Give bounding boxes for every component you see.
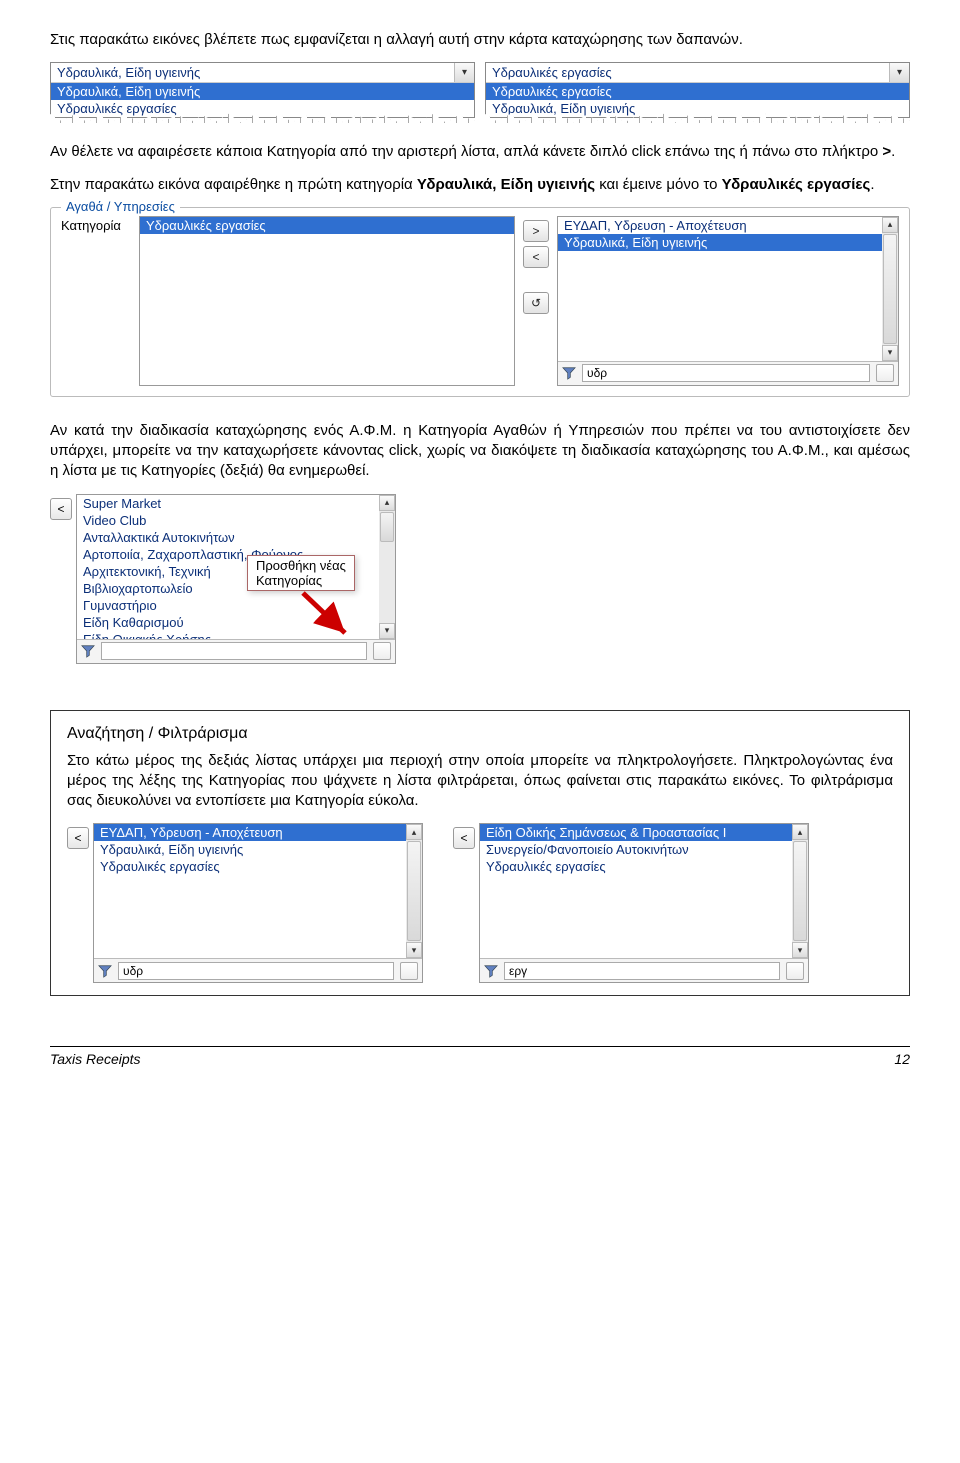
tooltip-text: Προσθήκη νέας [256,558,346,573]
figure-two-comboboxes: Υδραυλικά, Είδη υγιεινής ▾ Υδραυλικά, Εί… [50,62,910,118]
clear-filter-button[interactable] [786,962,804,980]
text: Αν θέλετε να αφαιρέσετε κάποια Κατηγορία… [50,143,882,160]
scroll-down-icon[interactable]: ▾ [882,345,898,361]
category-fieldset: Αγαθά / Υπηρεσίες Κατηγορία Υδραυλικές ε… [50,207,910,397]
category-listbox[interactable]: Super Market Video Club Ανταλλακτικά Αυτ… [76,494,396,664]
scroll-down-icon[interactable]: ▾ [792,942,808,958]
filter-input[interactable] [504,962,780,980]
search-filter-box: Αναζήτηση / Φιλτράρισμα Στο κάτω μέρος τ… [50,710,910,997]
text: > [882,143,891,160]
list-item[interactable]: ΕΥΔΑΠ, Υδρευση - Αποχέτευση [558,217,898,234]
fieldset-legend: Αγαθά / Υπηρεσίες [61,199,180,214]
list-item[interactable]: Υδραυλικές εργασίες [94,858,422,875]
funnel-icon [98,964,112,978]
combobox-value[interactable]: Υδραυλικές εργασίες [486,63,889,82]
scroll-down-icon[interactable]: ▾ [406,942,422,958]
text: Υδραυλικές εργασίες [722,176,871,193]
list-item[interactable]: Super Market [77,495,395,512]
funnel-icon [484,964,498,978]
scroll-up-icon[interactable]: ▴ [379,495,395,511]
scroll-up-icon[interactable]: ▴ [882,217,898,233]
text: και έμεινε μόνο το [595,176,722,193]
list-item[interactable]: Υδραυλικές εργασίες [140,217,514,234]
funnel-icon [562,366,576,380]
expand-button[interactable]: < [67,827,89,849]
callout-arrow-icon [297,587,357,647]
scroll-up-icon[interactable]: ▴ [406,824,422,840]
scrollbar[interactable]: ▴ ▾ [379,495,395,639]
left-category-list[interactable]: Υδραυλικές εργασίες [139,216,515,386]
filter-example-left[interactable]: ΕΥΔΑΠ, Υδρευση - Αποχέτευση Υδραυλικά, Ε… [93,823,423,983]
list-item[interactable]: Ανταλλακτικά Αυτοκινήτων [77,529,395,546]
refresh-button[interactable]: ↺ [523,292,549,314]
list-item[interactable]: Υδραυλικά, Είδη υγιεινής [51,83,474,100]
scroll-thumb[interactable] [407,841,421,941]
filter-input[interactable] [118,962,394,980]
combobox-value[interactable]: Υδραυλικά, Είδη υγιεινής [51,63,454,82]
scrollbar[interactable]: ▴ ▾ [406,824,422,958]
paragraph: Στις παρακάτω εικόνες βλέπετε πως εμφανί… [50,30,910,50]
add-category-button[interactable] [373,642,391,660]
expand-button[interactable]: < [50,498,72,520]
move-left-button[interactable]: < [523,246,549,268]
right-combobox[interactable]: Υδραυλικές εργασίες ▾ Υδραυλικές εργασίε… [485,62,910,118]
list-item[interactable]: Υδραυλικά, Είδη υγιεινής [94,841,422,858]
scroll-thumb[interactable] [883,234,897,344]
text: Στην παρακάτω εικόνα αφαιρέθηκε η πρώτη … [50,176,417,193]
filter-example-right[interactable]: Είδη Οδικής Σημάνσεως & Προαστασίας Ι Συ… [479,823,809,983]
list-item[interactable]: Υδραυλικές εργασίες [480,858,808,875]
list-item[interactable]: ΕΥΔΑΠ, Υδρευση - Αποχέτευση [94,824,422,841]
scrollbar[interactable]: ▴ ▾ [792,824,808,958]
filter-bar [94,958,422,982]
text: . [870,176,874,193]
text: . [891,143,895,160]
funnel-icon [81,644,95,658]
frame-title: Αναζήτηση / Φιλτράρισμα [67,725,893,743]
move-right-button[interactable]: > [523,220,549,242]
scroll-thumb[interactable] [380,512,394,542]
chevron-down-icon[interactable]: ▾ [889,63,909,82]
list-item[interactable]: Υδραυλικά, Είδη υγιεινής [558,234,898,251]
page-footer: Taxis Receipts 12 [50,1046,910,1067]
list-item[interactable]: Υδραυλικά, Είδη υγιεινής [486,100,909,117]
list-item[interactable]: Υδραυλικές εργασίες [51,100,474,117]
paragraph: Αν θέλετε να αφαιρέσετε κάποια Κατηγορία… [50,142,910,162]
list-item[interactable]: Συνεργείο/Φανοποιείο Αυτοκινήτων [480,841,808,858]
left-combobox[interactable]: Υδραυλικά, Είδη υγιεινής ▾ Υδραυλικά, Εί… [50,62,475,118]
footer-title: Taxis Receipts [50,1051,141,1067]
frame-body: Στο κάτω μέρος της δεξιάς λίστας υπάρχει… [67,751,893,812]
page-number: 12 [894,1051,910,1067]
filter-bar [558,361,898,385]
tooltip-text: Κατηγορίας [256,573,322,588]
filter-bar [480,958,808,982]
chevron-down-icon[interactable]: ▾ [454,63,474,82]
refresh-icon: ↺ [531,296,541,310]
list-item[interactable]: Είδη Οδικής Σημάνσεως & Προαστασίας Ι [480,824,808,841]
list-item[interactable]: Υδραυλικές εργασίες [486,83,909,100]
text: Υδραυλικά, Είδη υγιεινής [417,176,595,193]
scroll-up-icon[interactable]: ▴ [792,824,808,840]
clear-filter-button[interactable] [876,364,894,382]
paragraph: Στην παρακάτω εικόνα αφαιρέθηκε η πρώτη … [50,175,910,195]
list-item[interactable]: Video Club [77,512,395,529]
scrollbar[interactable]: ▴ ▾ [882,217,898,361]
tooltip: Προσθήκη νέας Κατηγορίας [247,555,355,591]
clear-filter-button[interactable] [400,962,418,980]
scroll-thumb[interactable] [793,841,807,941]
category-label: Κατηγορία [61,216,131,233]
right-category-list[interactable]: ΕΥΔΑΠ, Υδρευση - Αποχέτευση Υδραυλικά, Ε… [557,216,899,386]
scroll-down-icon[interactable]: ▾ [379,623,395,639]
expand-button[interactable]: < [453,827,475,849]
paragraph: Αν κατά την διαδικασία καταχώρησης ενός … [50,421,910,482]
filter-input[interactable] [582,364,870,382]
